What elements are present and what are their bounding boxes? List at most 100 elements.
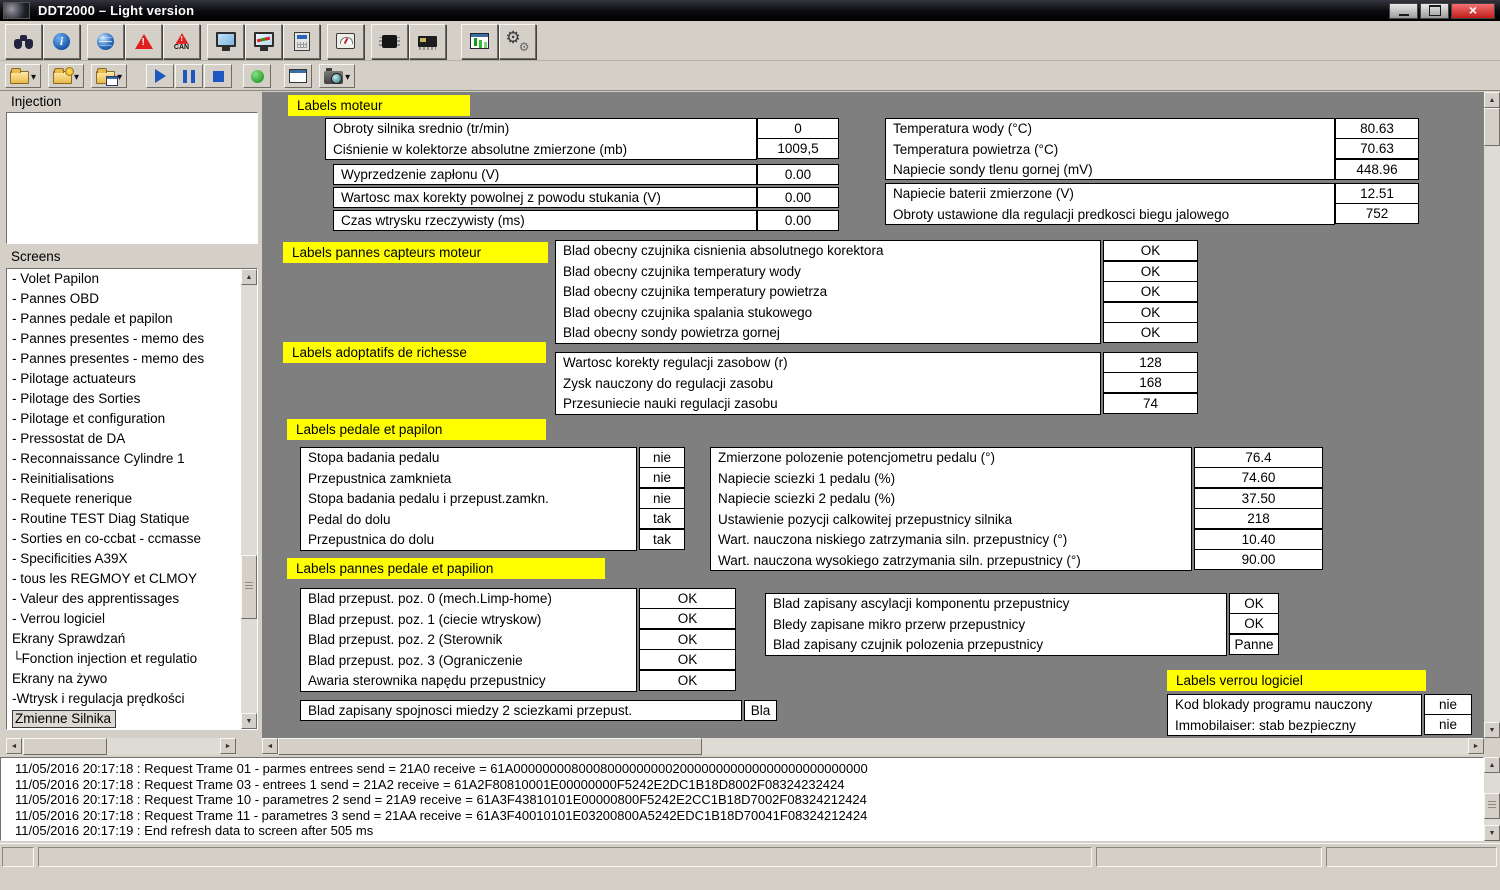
close-button[interactable]	[1451, 3, 1495, 19]
sidebar-item[interactable]: - Pannes presentes - memo des	[7, 329, 241, 349]
chart-window-button[interactable]	[461, 24, 498, 59]
main-vscrollbar[interactable]	[1484, 92, 1500, 738]
sidebar-item[interactable]: Ekrany Sprawdzań	[7, 629, 241, 649]
field-label: Obroty silnika srednio (tr/min)	[326, 119, 756, 140]
verrou-labels: Kod blokady programu nauczony Immobilais…	[1167, 694, 1422, 736]
log-line: 11/05/2016 20:17:18 : Request Trame 11 -…	[15, 808, 1483, 824]
network-button[interactable]	[87, 24, 124, 59]
folder-window-button[interactable]	[91, 64, 127, 88]
scroll-thumb[interactable]	[1484, 108, 1500, 146]
search-button[interactable]	[5, 24, 42, 59]
scroll-thumb[interactable]	[1484, 793, 1500, 819]
scroll-left-icon[interactable]	[262, 738, 278, 754]
field-label: Przesuniecie nauki regulacji zasobu	[556, 394, 1100, 415]
new-folder-icon	[53, 71, 72, 84]
sidebar-item[interactable]: - Pilotage et configuration	[7, 409, 241, 429]
sidebar-item[interactable]: - Pannes pedale et papilon	[7, 309, 241, 329]
injection-listbox[interactable]	[6, 112, 258, 244]
sidebar-item[interactable]: - Pilotage actuateurs	[7, 369, 241, 389]
meter-button[interactable]	[327, 24, 364, 59]
scroll-right-icon[interactable]	[220, 738, 236, 754]
monitor-button[interactable]	[207, 24, 244, 59]
record-button[interactable]	[243, 64, 271, 88]
sidebar-item[interactable]: - Specificities A39X	[7, 549, 241, 569]
minimize-button[interactable]	[1389, 3, 1418, 19]
sidebar-item[interactable]: - Reconnaissance Cylindre 1	[7, 449, 241, 469]
chip-icon	[382, 35, 397, 48]
sidebar-item[interactable]: -Wtrysk i regulacja prędkości	[7, 689, 241, 709]
scroll-right-icon[interactable]	[1468, 738, 1484, 754]
scroll-down-icon[interactable]	[1484, 722, 1500, 738]
scroll-thumb[interactable]	[241, 555, 257, 619]
sidebar-item[interactable]: - Pannes presentes - memo des	[7, 349, 241, 369]
scroll-down-icon[interactable]	[241, 713, 257, 729]
scroll-up-icon[interactable]	[1484, 757, 1500, 773]
field-value: 80.63	[1335, 118, 1419, 139]
scroll-left-icon[interactable]	[6, 738, 22, 754]
flag-value: nie	[1424, 714, 1472, 735]
field-value: 448.96	[1335, 159, 1419, 180]
window-button[interactable]	[284, 64, 312, 88]
play-button[interactable]	[146, 64, 174, 88]
scroll-up-icon[interactable]	[241, 269, 257, 285]
sidebar-item[interactable]: - Valeur des apprentissages	[7, 589, 241, 609]
can-warning-icon: CAN	[173, 31, 191, 51]
sidebar-item[interactable]: - Verrou logiciel	[7, 609, 241, 629]
sidebar-item[interactable]: - Pressostat de DA	[7, 429, 241, 449]
status-value: OK	[1103, 261, 1198, 282]
log-vscrollbar[interactable]	[1484, 757, 1500, 841]
sidebar-item[interactable]: - Pilotage des Sorties	[7, 389, 241, 409]
pause-button[interactable]	[175, 64, 203, 88]
scroll-up-icon[interactable]	[1484, 92, 1500, 108]
main-hscrollbar[interactable]	[262, 738, 1484, 755]
field-label: Wart. nauczona niskiego zatrzymania siln…	[711, 530, 1191, 551]
calculator-button[interactable]	[283, 24, 320, 59]
alert-button[interactable]	[125, 24, 162, 59]
scroll-thumb[interactable]	[23, 738, 107, 755]
screens-listbox: - Volet Papilon - Pannes OBD - Pannes pe…	[6, 268, 258, 730]
new-folder-button[interactable]	[48, 64, 84, 88]
memory-chip-button[interactable]	[409, 24, 446, 59]
sidebar-item[interactable]: - Routine TEST Diag Statique	[7, 509, 241, 529]
field-label: Napiecie baterii zmierzone (V)	[886, 184, 1334, 205]
sidebar-item[interactable]: - Volet Papilon	[7, 269, 241, 289]
field-label: Blad obecny czujnika cisnienia absolutne…	[556, 241, 1100, 262]
maximize-button[interactable]	[1420, 3, 1449, 19]
camera-button[interactable]	[319, 64, 355, 88]
sidebar-item[interactable]: - Reinitialisations	[7, 469, 241, 489]
pedale-left-labels: Stopa badania pedalu Przepustnica zamkni…	[300, 447, 637, 551]
scroll-thumb[interactable]	[278, 738, 702, 755]
sidebar-item[interactable]: - Sorties en co-ccbat - ccmasse	[7, 529, 241, 549]
monitor-graph-icon	[254, 32, 274, 47]
field-label: Temperatura wody (°C)	[886, 119, 1334, 140]
status-value: OK	[639, 629, 736, 650]
stop-button[interactable]	[204, 64, 232, 88]
can-alert-button[interactable]: CAN	[163, 24, 200, 59]
field-label: Wyprzedzenie zapłonu (V)	[334, 165, 756, 185]
sidebar-item[interactable]: - Requete renerique	[7, 489, 241, 509]
camera-icon	[324, 71, 343, 84]
sidebar-item[interactable]: - tous les REGMOY et CLMOY	[7, 569, 241, 589]
section-label-pannes-pedale: Labels pannes pedale et papilion	[287, 558, 605, 579]
chip-button[interactable]	[371, 24, 408, 59]
log-panel: 11/05/2016 20:17:18 : Request Trame 01 -…	[0, 757, 1484, 841]
open-button[interactable]	[5, 64, 41, 88]
open-folder-icon	[10, 71, 29, 84]
info-button[interactable]	[43, 24, 80, 59]
section-label-adoptatifs: Labels adoptatifs de richesse	[283, 342, 546, 363]
sidebar-scrollbar[interactable]	[241, 269, 257, 729]
monitor-graph-button[interactable]	[245, 24, 282, 59]
sidebar-item-selected[interactable]: Zmienne Silnika	[7, 709, 241, 729]
sidebar-hscrollbar[interactable]	[6, 738, 236, 755]
gears-button[interactable]	[499, 24, 536, 59]
scroll-down-icon[interactable]	[1484, 825, 1500, 841]
log-line: 11/05/2016 20:17:18 : Request Trame 10 -…	[15, 792, 1483, 808]
moteur-single-label: Wyprzedzenie zapłonu (V)	[333, 164, 757, 185]
sidebar-item[interactable]: Ekrany na żywo	[7, 669, 241, 689]
sidebar-item[interactable]: └Fonction injection et regulatio	[7, 649, 241, 669]
flag-value: nie	[1424, 694, 1472, 715]
status-segment	[38, 847, 1092, 867]
status-bar	[0, 843, 1500, 890]
record-icon	[251, 70, 264, 83]
sidebar-item[interactable]: - Pannes OBD	[7, 289, 241, 309]
